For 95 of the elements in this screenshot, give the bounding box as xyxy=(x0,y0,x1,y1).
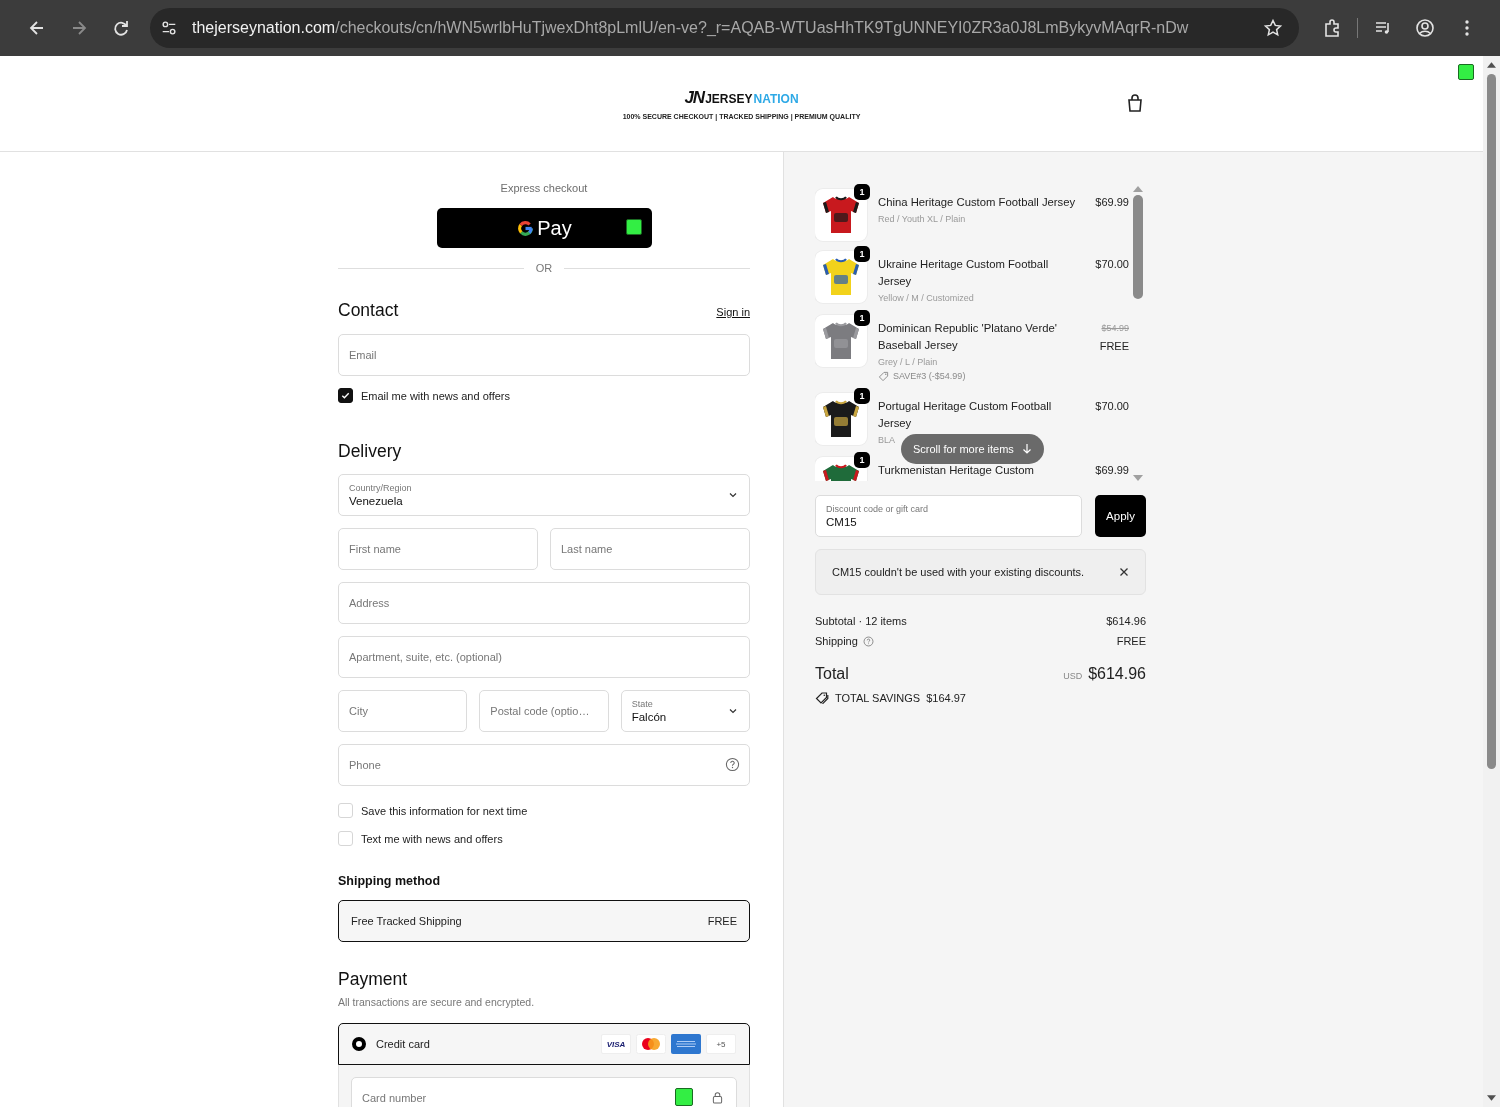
product-variant: Yellow / M / Customized xyxy=(878,292,975,305)
scroll-hint-button[interactable]: Scroll for more items xyxy=(901,434,1044,464)
amex-card-icon xyxy=(671,1034,701,1054)
tags-icon xyxy=(815,692,829,704)
google-g-icon xyxy=(516,218,536,238)
product-price: $70.00 xyxy=(1095,399,1129,414)
checkbox-label: Email me with news and offers xyxy=(361,389,510,402)
payment-note: All transactions are secure and encrypted. xyxy=(338,996,536,1008)
product-variant: Grey / L / Plain xyxy=(878,356,939,369)
profile-icon[interactable] xyxy=(1415,18,1435,38)
mastercard-icon xyxy=(636,1034,666,1054)
extensions-icon[interactable] xyxy=(1322,18,1342,38)
section-label: Express checkout xyxy=(499,182,589,194)
shipping-name: Free Tracked Shipping xyxy=(351,915,462,927)
address-bar[interactable]: thejerseynation.com/checkouts/cn/hWN5wrlbHuTjwexDht8pLmlU/en-ve?_r=AQAB-WTUasHhTK9TgUNNEYI0ZR3a0J8LmBykyvMAqrR-nDw xyxy=(150,8,1299,48)
reload-icon[interactable] xyxy=(111,18,131,38)
card-number-field[interactable]: Card number xyxy=(351,1077,737,1107)
payment-option[interactable]: Credit card VISA +5 xyxy=(338,1023,750,1065)
more-cards-badge: +5 xyxy=(706,1034,736,1054)
currency-code: USD xyxy=(1063,671,1083,681)
sign-in-link[interactable]: Sign in xyxy=(716,306,750,318)
status-square-icon xyxy=(1458,64,1474,80)
radio-button[interactable] xyxy=(352,1037,366,1051)
section-heading: Payment xyxy=(338,969,409,990)
quantity-badge: 1 xyxy=(854,310,870,326)
input-field[interactable]: Apartment, suite, etc. (optional) xyxy=(338,636,750,678)
quantity-badge: 1 xyxy=(854,184,870,200)
shipping-option[interactable]: Free Tracked Shipping FREE xyxy=(338,900,750,942)
logo-word: JERSEY xyxy=(705,91,753,106)
lock-icon xyxy=(712,1091,723,1104)
scrollbar-thumb[interactable] xyxy=(1133,195,1143,299)
payment-name: Credit card xyxy=(376,1038,431,1050)
checkbox[interactable] xyxy=(338,388,353,403)
total-value: $614.96 xyxy=(1088,665,1146,683)
total-label: Total xyxy=(815,665,849,683)
savings-label: TOTAL SAVINGS xyxy=(835,692,921,704)
product-price: $70.00 xyxy=(1095,257,1129,272)
product-name: Dominican Republic 'Platano Verde' Baseball Jersey xyxy=(878,321,1058,353)
section-heading: Delivery xyxy=(338,441,403,462)
input-field[interactable]: First name xyxy=(338,528,538,570)
error-message: CM15 couldn't be used with your existing discounts. xyxy=(832,566,1085,578)
product-price: FREE xyxy=(1099,338,1129,354)
discount-code: SAVE#3 (-$54.99) xyxy=(893,370,966,383)
product-name: Portugal Heritage Custom Football Jersey xyxy=(878,399,1053,431)
product-name: China Heritage Custom Football Jersey xyxy=(878,195,1077,210)
product-variant: Red / Youth XL / Plain xyxy=(878,213,967,226)
product-variant: BLA xyxy=(878,434,896,447)
chevron-down-icon xyxy=(728,490,738,500)
quantity-badge: 1 xyxy=(854,246,870,262)
section-heading: Contact xyxy=(338,300,399,321)
discount-field[interactable]: Discount code or gift card CM15 xyxy=(815,495,1082,537)
input-field[interactable]: City xyxy=(338,690,468,732)
subtotal-value: $614.96 xyxy=(1106,615,1146,627)
chevron-down-icon xyxy=(728,706,738,716)
quantity-badge: 1 xyxy=(854,388,870,404)
product-name: Ukraine Heritage Custom Football Jersey xyxy=(878,257,1050,289)
scroll-up-icon[interactable] xyxy=(1487,62,1496,68)
input-field[interactable]: Last name xyxy=(550,528,750,570)
select-field[interactable]: State Falcón xyxy=(620,690,750,732)
select-field[interactable]: Country/Region Venezuela xyxy=(338,474,750,516)
input-field[interactable]: Address xyxy=(338,582,750,624)
savings-value: $164.97 xyxy=(926,692,966,704)
scrollbar-thumb[interactable] xyxy=(1487,74,1496,769)
checkbox-label: Text me with news and offers xyxy=(361,832,503,845)
google-pay-button[interactable]: Pay xyxy=(436,208,652,248)
checkmark-icon xyxy=(340,390,351,401)
shipping-label: Shipping xyxy=(815,635,858,647)
arrow-down-icon xyxy=(1021,443,1032,455)
close-icon[interactable] xyxy=(1119,567,1129,577)
divider-label: OR xyxy=(535,262,553,274)
shipping-price: FREE xyxy=(707,915,737,927)
status-square-icon xyxy=(675,1088,693,1106)
checkbox-label: Save this information for next time xyxy=(361,804,528,817)
shipping-value: FREE xyxy=(1116,635,1146,647)
scroll-down-icon[interactable] xyxy=(1487,1095,1496,1101)
subtotal-label: Subtotal · 12 items xyxy=(815,615,907,627)
apply-button[interactable]: Apply xyxy=(1095,495,1146,537)
email-field[interactable]: Email xyxy=(338,334,750,376)
section-heading: Shipping method xyxy=(338,874,442,888)
logo-word: NATION xyxy=(753,91,799,106)
shopping-bag-icon[interactable] xyxy=(1125,93,1145,113)
product-price: $69.99 xyxy=(1095,195,1129,210)
input-field[interactable]: Postal code (optio… xyxy=(479,690,609,732)
logo-mark: JN xyxy=(684,87,705,108)
phone-field[interactable]: Phone xyxy=(338,744,750,786)
help-icon[interactable] xyxy=(725,757,740,772)
original-price: $54.99 xyxy=(1100,322,1129,335)
status-square-icon xyxy=(625,219,642,235)
product-name: Turkmenistan Heritage Custom xyxy=(878,463,1035,478)
tag-icon xyxy=(878,370,889,382)
visa-badge: VISA xyxy=(601,1034,631,1054)
product-price: $69.99 xyxy=(1095,463,1129,478)
bookmark-star-icon[interactable] xyxy=(1263,18,1283,38)
site-settings-icon[interactable] xyxy=(160,19,178,37)
quantity-badge: 1 xyxy=(854,452,870,468)
